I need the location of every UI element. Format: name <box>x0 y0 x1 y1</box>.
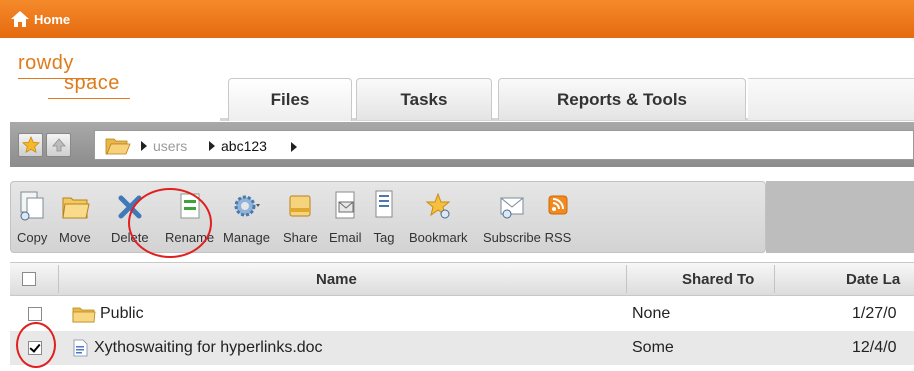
tab-files-label: Files <box>270 90 310 109</box>
main-tabs: Files Tasks Reports & Tools <box>0 78 914 122</box>
column-name-label: Name <box>316 270 357 288</box>
column-header-name[interactable]: Name <box>316 263 357 295</box>
tab-files[interactable]: Files <box>228 78 352 121</box>
tag-label: Tag <box>373 230 395 245</box>
shared-to-cell: Some <box>632 331 674 365</box>
chevron-right-icon <box>141 141 147 151</box>
rss-icon <box>548 195 568 215</box>
row-checkbox[interactable] <box>28 341 42 355</box>
email-icon <box>335 191 355 219</box>
breadcrumb-end[interactable] <box>291 142 297 152</box>
rename-button[interactable]: Rename <box>165 188 214 245</box>
date-value: 12/4/0 <box>852 339 897 356</box>
subscribe-label: Subscribe <box>483 230 541 245</box>
date-cell: 12/4/0 <box>852 331 896 365</box>
delete-label: Delete <box>111 230 149 245</box>
chevron-right-icon <box>209 141 215 151</box>
breadcrumb: users abc123 <box>94 130 914 160</box>
tab-reports-tools[interactable]: Reports & Tools <box>498 78 746 120</box>
grid-header: Name Shared To Date La <box>10 262 914 296</box>
home-link[interactable]: Home <box>10 9 70 29</box>
toolbar-filler <box>766 181 914 253</box>
email-button[interactable]: Email <box>329 188 362 245</box>
manage-button[interactable]: Manage <box>223 188 270 245</box>
column-separator <box>626 265 627 293</box>
column-date-label: Date La <box>846 270 901 288</box>
subscribe-button[interactable]: Subscribe <box>483 188 541 245</box>
row-select-cell <box>28 297 42 331</box>
file-toolbar: Copy Move Delete Rename Manage Share Ema… <box>10 181 766 253</box>
home-label[interactable]: Home <box>34 12 70 27</box>
breadcrumb-abc123-label[interactable]: abc123 <box>221 138 267 154</box>
bookmark-label: Bookmark <box>409 230 468 245</box>
tab-tasks[interactable]: Tasks <box>356 78 492 120</box>
document-icon <box>73 339 88 357</box>
breadcrumb-item-users[interactable]: users <box>141 138 187 154</box>
column-header-date[interactable]: Date La <box>846 263 900 295</box>
rss-button[interactable]: RSS <box>543 188 573 245</box>
up-level-button[interactable] <box>46 133 71 157</box>
tag-icon <box>375 190 393 218</box>
file-name-link[interactable]: Xythoswaiting for hyperlinks.doc <box>94 339 323 357</box>
share-button[interactable]: Share <box>283 188 318 245</box>
subscribe-icon <box>500 197 524 219</box>
star-icon <box>21 136 40 154</box>
rename-icon <box>180 193 200 219</box>
top-bar: Home <box>0 0 914 38</box>
share-icon <box>289 195 311 217</box>
table-row[interactable]: Public None 1/27/0 <box>10 297 914 331</box>
file-name-link[interactable]: Public <box>100 305 144 323</box>
date-cell: 1/27/0 <box>852 297 896 331</box>
copy-label: Copy <box>17 230 48 245</box>
star-icon <box>425 192 451 219</box>
select-all-checkbox[interactable] <box>22 272 36 286</box>
row-select-cell <box>28 331 42 365</box>
email-label: Email <box>329 230 362 245</box>
row-checkbox[interactable] <box>28 307 42 321</box>
delete-button[interactable]: Delete <box>111 188 149 245</box>
shared-to-value: Some <box>632 339 674 356</box>
column-separator <box>58 265 59 293</box>
folder-icon <box>72 307 96 323</box>
move-button[interactable]: Move <box>59 188 91 245</box>
tab-filler <box>748 78 914 120</box>
name-cell[interactable]: Xythoswaiting for hyperlinks.doc <box>72 331 323 365</box>
manage-label: Manage <box>223 230 270 245</box>
chevron-right-icon <box>291 142 297 152</box>
shared-to-value: None <box>632 305 671 322</box>
favorite-button[interactable] <box>18 133 43 157</box>
breadcrumb-users-label[interactable]: users <box>153 138 187 154</box>
column-shared-to-label: Shared To <box>682 270 755 288</box>
folder-open-icon[interactable] <box>105 135 131 156</box>
delete-icon <box>118 195 142 219</box>
breadcrumb-bar: users abc123 <box>10 122 914 167</box>
breadcrumb-item-abc123[interactable]: abc123 <box>209 138 267 154</box>
column-separator <box>774 265 775 293</box>
copy-icon <box>20 191 44 221</box>
tag-button[interactable]: Tag <box>369 188 399 245</box>
date-value: 1/27/0 <box>852 305 897 322</box>
move-icon <box>62 197 90 219</box>
home-icon <box>11 11 29 27</box>
share-label: Share <box>283 230 318 245</box>
shared-to-cell: None <box>632 297 670 331</box>
rename-label: Rename <box>165 230 215 245</box>
rss-label: RSS <box>544 230 572 245</box>
gear-icon <box>234 195 261 217</box>
tab-tasks-label: Tasks <box>400 89 448 109</box>
up-arrow-icon <box>51 138 66 152</box>
table-row[interactable]: Xythoswaiting for hyperlinks.doc Some 12… <box>10 331 914 365</box>
bookmark-button[interactable]: Bookmark <box>409 188 468 245</box>
select-all-cell <box>22 263 36 295</box>
name-cell[interactable]: Public <box>72 297 144 331</box>
column-header-shared-to[interactable]: Shared To <box>682 263 754 295</box>
tab-reports-tools-label: Reports & Tools <box>556 89 688 109</box>
copy-button[interactable]: Copy <box>17 188 47 245</box>
move-label: Move <box>59 230 91 245</box>
